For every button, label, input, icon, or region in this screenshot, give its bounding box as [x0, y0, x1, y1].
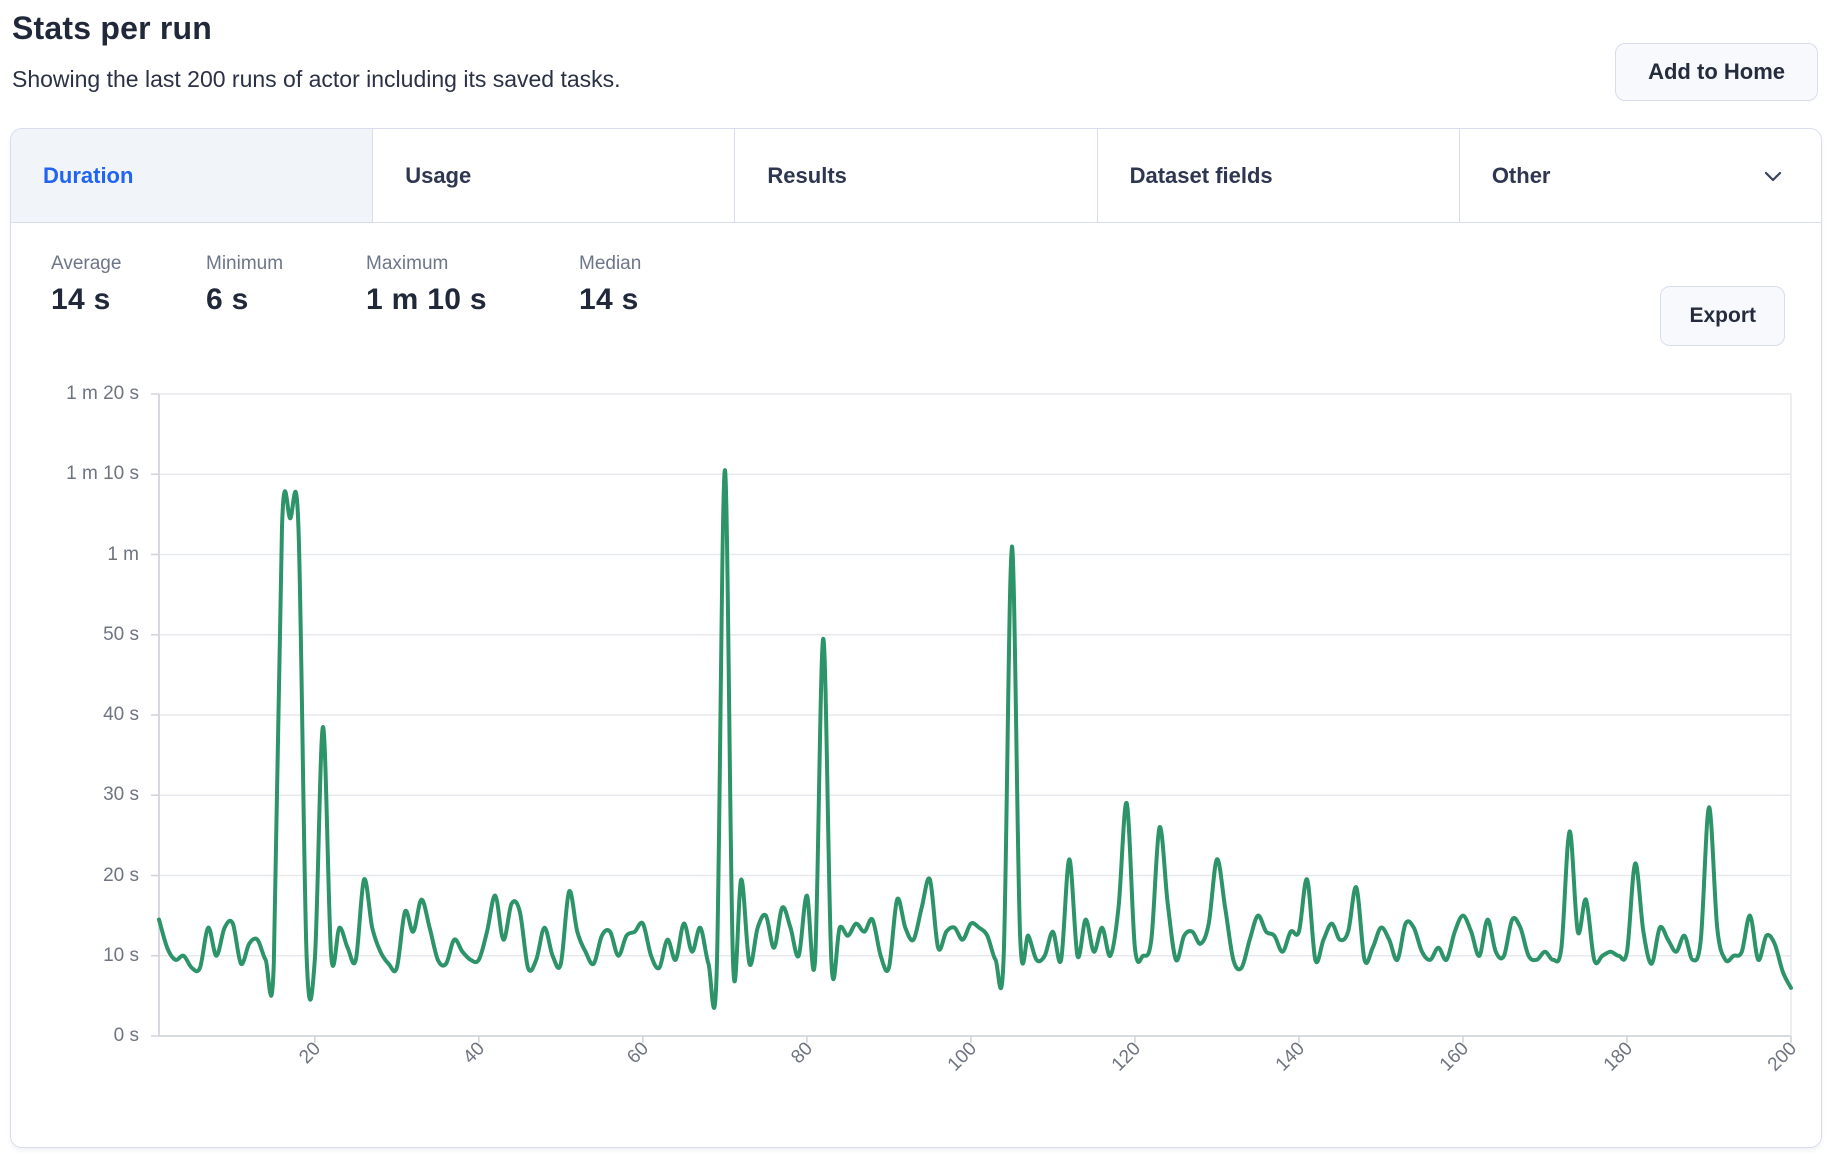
- export-button[interactable]: Export: [1660, 286, 1785, 346]
- duration-chart: [149, 381, 1799, 1057]
- stat-value: 14 s: [579, 283, 641, 317]
- duration-panel: Average 14 s Minimum 6 s Maximum 1 m 10 s Medi…: [11, 223, 1821, 1148]
- stat-average: Average 14 s: [51, 253, 121, 317]
- tab-usage[interactable]: Usage: [373, 129, 735, 222]
- stat-label: Minimum: [206, 253, 283, 275]
- y-axis-label: 40 s: [11, 704, 139, 726]
- stats-card: DurationUsageResultsDataset fieldsOther …: [10, 128, 1822, 1148]
- tab-duration[interactable]: Duration: [11, 129, 373, 222]
- y-axis-label: 0 s: [11, 1025, 139, 1047]
- tab-label: Dataset fields: [1130, 163, 1273, 189]
- y-axis-label: 30 s: [11, 784, 139, 806]
- page-title: Stats per run: [12, 10, 212, 47]
- tab-bar: Duration Usage Results Dataset fields Other: [11, 129, 1821, 223]
- stat-median: Median 14 s: [579, 253, 641, 317]
- tab-dataset-fields[interactable]: Dataset fields: [1098, 129, 1460, 222]
- tab-label: Usage: [405, 163, 471, 189]
- y-axis-label: 1 m: [11, 544, 139, 566]
- stat-minimum: Minimum 6 s: [206, 253, 283, 317]
- stat-label: Average: [51, 253, 121, 275]
- tab-other[interactable]: Other: [1460, 129, 1821, 222]
- y-axis-label: 20 s: [11, 865, 139, 887]
- chevron-down-icon: [1761, 164, 1785, 188]
- stat-value: 14 s: [51, 283, 121, 317]
- tab-label: Results: [767, 163, 846, 189]
- y-axis-label: 50 s: [11, 624, 139, 646]
- tab-results[interactable]: Results: [735, 129, 1097, 222]
- stat-label: Maximum: [366, 253, 487, 275]
- stat-label: Median: [579, 253, 641, 275]
- y-axis-label: 1 m 10 s: [11, 463, 139, 485]
- tab-label: Other: [1492, 163, 1551, 189]
- page-subtitle: Showing the last 200 runs of actor inclu…: [12, 66, 621, 93]
- duration-line-series: [159, 470, 1791, 1008]
- stat-value: 6 s: [206, 283, 283, 317]
- stat-value: 1 m 10 s: [366, 283, 487, 317]
- add-to-home-button[interactable]: Add to Home: [1615, 43, 1818, 101]
- tab-label: Duration: [43, 163, 133, 189]
- y-axis-label: 10 s: [11, 945, 139, 967]
- stat-maximum: Maximum 1 m 10 s: [366, 253, 487, 317]
- y-axis-label: 1 m 20 s: [11, 383, 139, 405]
